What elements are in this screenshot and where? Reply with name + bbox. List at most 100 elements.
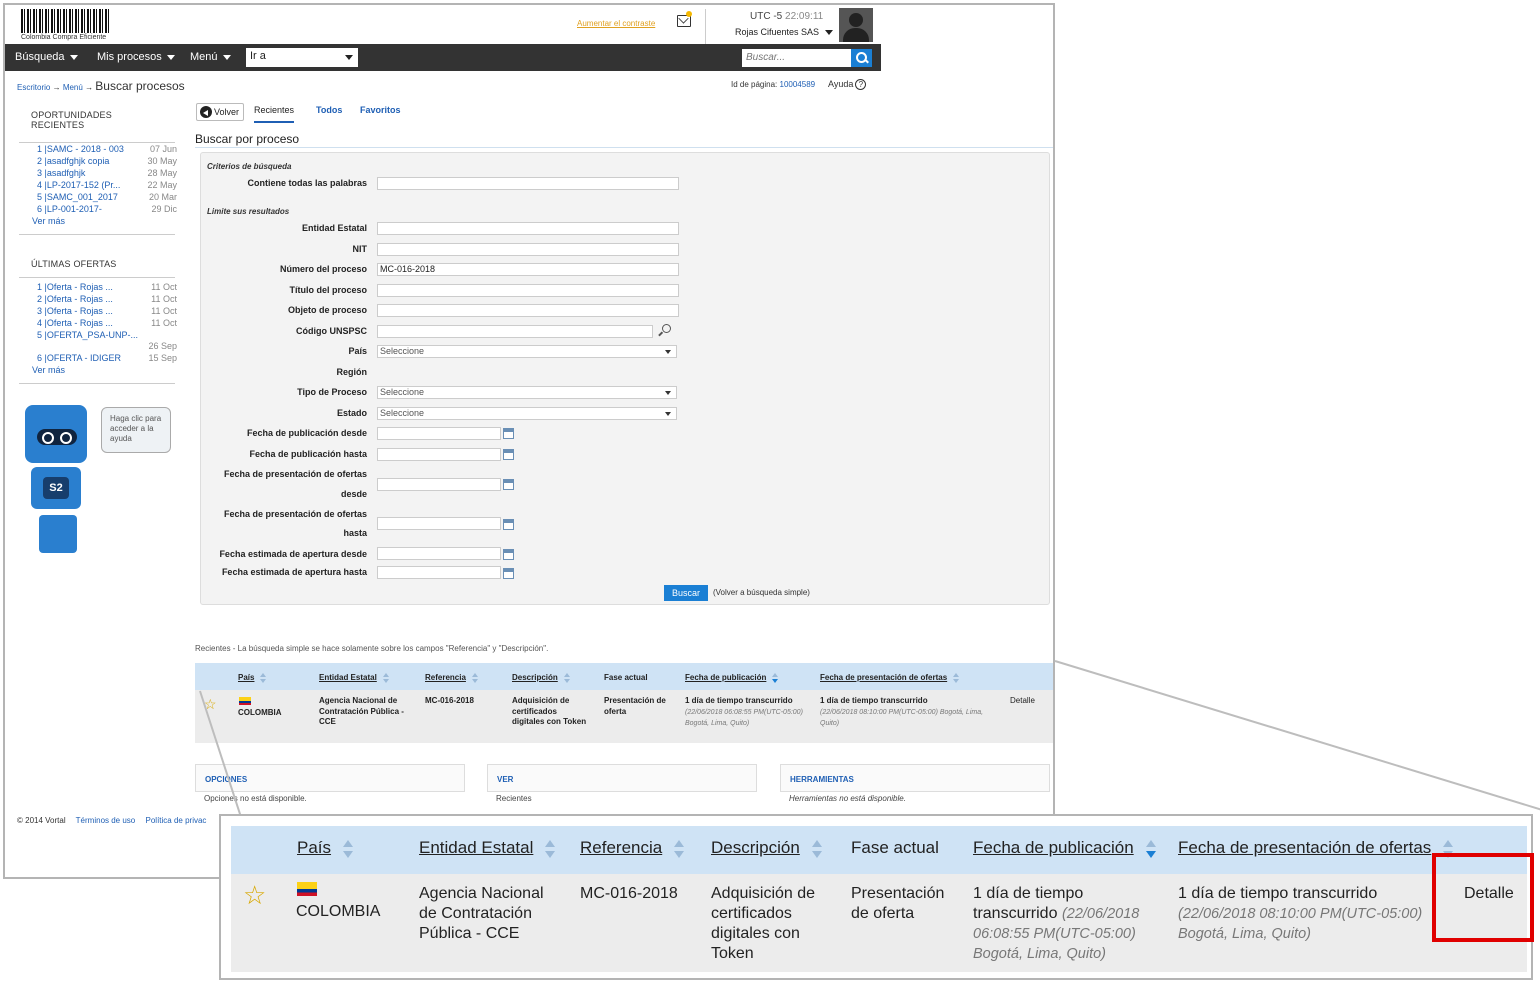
nit-input[interactable] — [377, 243, 679, 256]
offers-from-label-2: desde — [340, 489, 367, 499]
opening-to-input[interactable] — [377, 566, 501, 579]
sort-icon[interactable] — [811, 839, 822, 858]
list-item[interactable]: 1 |Oferta - Rojas ... 11 Oct — [37, 282, 177, 292]
calendar-icon[interactable] — [503, 449, 514, 460]
pub-main: 1 día de tiempo transcurrido — [685, 696, 793, 705]
criteria-title: Criterios de búsqueda — [207, 162, 292, 171]
view-panel[interactable]: VER — [487, 764, 757, 792]
page-id-value[interactable]: 10004589 — [780, 80, 816, 89]
col-entity[interactable]: Entidad Estatal — [319, 673, 389, 683]
list-item[interactable]: 4 |LP-2017-152 (Pr... 22 May — [37, 180, 177, 190]
state-select[interactable]: Seleccione — [377, 407, 677, 420]
all-words-input[interactable] — [377, 177, 679, 190]
nav-mis-procesos[interactable]: Mis procesos — [97, 51, 175, 63]
pub-detail: (22/06/2018 06:08:55 PM(UTC-05:00) Bogot… — [685, 708, 803, 728]
pub-from-input[interactable] — [377, 427, 501, 440]
col-description[interactable]: Descripción — [512, 673, 570, 683]
zoom-col-offers-date[interactable]: Fecha de presentación de ofertas — [1178, 838, 1454, 858]
list-item[interactable]: 2 |Oferta - Rojas ... 11 Oct — [37, 294, 177, 304]
opening-from-input[interactable] — [377, 547, 501, 560]
help-link[interactable]: Ayuda? — [828, 79, 867, 90]
calendar-icon[interactable] — [503, 428, 514, 439]
sort-icon[interactable] — [545, 839, 556, 858]
divider — [19, 383, 175, 384]
tools-panel[interactable]: HERRAMIENTAS — [780, 764, 1050, 792]
contrast-link[interactable]: Aumentar el contraste — [577, 19, 655, 28]
calendar-icon[interactable] — [503, 549, 514, 560]
nav-menu[interactable]: Menú — [190, 51, 231, 63]
zoom-col-description[interactable]: Descripción — [711, 838, 822, 858]
terms-link[interactable]: Términos de uso — [76, 816, 136, 825]
tab-all[interactable]: Todos — [316, 105, 342, 115]
process-title-input[interactable] — [377, 284, 679, 297]
list-item[interactable]: 3 |Oferta - Rojas ... 11 Oct — [37, 306, 177, 316]
breadcrumb-home[interactable]: Escritorio — [17, 83, 50, 92]
privacy-link[interactable]: Política de privac — [146, 816, 207, 825]
country-select[interactable]: Seleccione — [377, 345, 677, 358]
offers-to-input[interactable] — [377, 517, 501, 530]
zoom-col-publication-date[interactable]: Fecha de publicación — [973, 838, 1156, 858]
detail-link[interactable]: Detalle — [1010, 696, 1035, 707]
search-button[interactable]: Buscar — [664, 585, 708, 601]
nav-busqueda[interactable]: Búsqueda — [15, 51, 78, 63]
help-bubble[interactable]: Haga clic para acceder a la ayuda — [101, 407, 171, 453]
breadcrumb-menu[interactable]: Menú — [63, 83, 83, 92]
pub-to-input[interactable] — [377, 448, 501, 461]
col-country[interactable]: País — [238, 673, 267, 683]
magnifier-icon[interactable] — [662, 324, 671, 333]
sort-icon[interactable] — [382, 673, 389, 683]
opening-from-label: Fecha estimada de apertura desde — [219, 549, 367, 559]
list-item[interactable]: 6 |OFERTA - IDIGER 15 Sep — [37, 353, 177, 363]
list-item[interactable]: 6 |LP-001-2017- 29 Dic — [37, 204, 177, 214]
user-menu[interactable]: Rojas Cifuentes SAS — [735, 27, 833, 37]
sort-icon[interactable] — [471, 673, 478, 683]
avatar[interactable] — [839, 8, 873, 42]
see-more-link[interactable]: Ver más — [32, 216, 172, 226]
list-item[interactable]: 5 |SAMC_001_2017 20 Mar — [37, 192, 177, 202]
tab-recent[interactable]: Recientes — [254, 105, 295, 123]
goto-select[interactable]: Ir a — [246, 48, 358, 67]
calendar-icon[interactable] — [503, 519, 514, 530]
zoom-col-reference[interactable]: Referencia — [580, 838, 685, 858]
sort-desc-icon[interactable] — [1145, 839, 1156, 858]
options-panel[interactable]: OPCIONES — [195, 764, 465, 792]
simple-search-link[interactable]: (Volver a búsqueda simple) — [713, 588, 810, 597]
calendar-icon[interactable] — [503, 479, 514, 490]
search-input[interactable]: Buscar... — [742, 49, 852, 67]
offers-from-input[interactable] — [377, 478, 501, 491]
sort-icon[interactable] — [563, 673, 570, 683]
favorite-star-icon[interactable]: ☆ — [243, 880, 266, 911]
sort-icon[interactable] — [343, 839, 354, 858]
sort-icon[interactable] — [953, 673, 960, 683]
logo-barcode-icon[interactable] — [21, 9, 111, 33]
table-row[interactable]: ☆ COLOMBIA Agencia Nacional de Contratac… — [195, 690, 1053, 743]
process-number-input[interactable]: MC-016-2018 — [377, 263, 679, 276]
list-item[interactable]: 4 |Oferta - Rojas ... 11 Oct — [37, 318, 177, 328]
search-icon[interactable] — [851, 49, 872, 67]
sort-icon[interactable] — [260, 673, 267, 683]
col-publication-date[interactable]: Fecha de publicación — [685, 673, 779, 683]
zoom-col-entity[interactable]: Entidad Estatal — [419, 838, 556, 858]
sort-icon[interactable] — [674, 839, 685, 858]
back-button[interactable]: Volver — [196, 103, 244, 121]
unspsc-input[interactable] — [377, 325, 653, 338]
tab-favorites[interactable]: Favoritos — [360, 105, 401, 115]
zoom-table-row[interactable]: ☆ COLOMBIA Agencia Nacional de Contratac… — [231, 874, 1527, 972]
colombia-flag-icon — [239, 697, 251, 705]
calendar-icon[interactable] — [503, 568, 514, 579]
zoom-col-country[interactable]: País — [297, 838, 354, 858]
col-reference[interactable]: Referencia — [425, 673, 478, 683]
process-type-select[interactable]: Seleccione — [377, 386, 677, 399]
sort-desc-icon[interactable] — [772, 673, 779, 683]
list-item[interactable]: 5 |OFERTA_PSA-UNP-... 26 Sep — [37, 330, 177, 354]
list-item[interactable]: 2 |asadfghjk copia 30 May — [37, 156, 177, 166]
breadcrumb-arrow: → — [85, 83, 94, 92]
process-object-input[interactable] — [377, 304, 679, 317]
time: 22:09:11 — [785, 11, 824, 22]
col-offers-date[interactable]: Fecha de presentación de ofertas — [820, 673, 960, 683]
entity-input[interactable] — [377, 222, 679, 235]
see-more-link[interactable]: Ver más — [32, 365, 172, 375]
list-item-label: 6 |OFERTA - IDIGER — [37, 353, 122, 363]
list-item[interactable]: 3 |asadfghjk 28 May — [37, 168, 177, 178]
list-item[interactable]: 1 |SAMC - 2018 - 003 07 Jun — [37, 144, 177, 154]
